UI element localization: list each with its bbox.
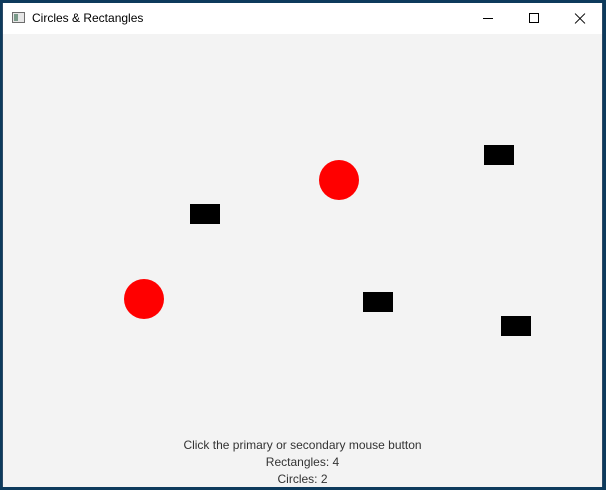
window-title: Circles & Rectangles [32, 11, 144, 25]
circles-count: Circles: 2 [277, 472, 328, 486]
black-rectangle [484, 145, 514, 165]
instruction-text: Click the primary or secondary mouse but… [183, 438, 422, 452]
app-window-icon [12, 12, 25, 23]
title-bar[interactable]: Circles & Rectangles [3, 3, 602, 34]
app-window: Circles & Rectangles Click the primary o… [2, 3, 603, 487]
maximize-icon[interactable] [511, 3, 557, 34]
black-rectangle [363, 292, 393, 312]
minimize-icon[interactable] [465, 3, 511, 34]
black-rectangle [190, 204, 220, 224]
black-rectangle [501, 316, 531, 336]
close-icon[interactable] [557, 3, 602, 34]
drawing-canvas[interactable]: Click the primary or secondary mouse but… [3, 34, 602, 487]
red-circle [124, 279, 164, 319]
red-circle [319, 160, 359, 200]
rectangles-count: Rectangles: 4 [265, 455, 340, 469]
